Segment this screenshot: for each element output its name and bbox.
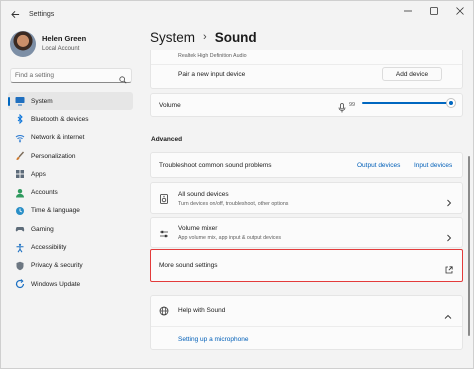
sidebar-item-label: System <box>31 97 53 105</box>
volume-card: Volume 99 <box>150 93 463 117</box>
all-devices-subtitle: Turn devices on/off, troubleshoot, other… <box>178 201 289 207</box>
breadcrumb: System › Sound <box>150 27 257 47</box>
back-button[interactable] <box>5 4 25 24</box>
microphone-icon[interactable] <box>338 100 346 118</box>
sidebar-item-privacy[interactable]: Privacy & security <box>8 257 133 275</box>
sidebar-item-network[interactable]: Network & internet <box>8 129 133 147</box>
troubleshoot-label: Troubleshoot common sound problems <box>159 162 272 169</box>
more-sound-settings-label: More sound settings <box>159 262 218 269</box>
page-title: Sound <box>214 29 257 45</box>
search-icon <box>119 71 127 89</box>
sidebar-nav: System Bluetooth & devices Network & int… <box>8 92 133 293</box>
shield-icon <box>15 261 25 271</box>
output-devices-link[interactable]: Output devices <box>357 162 400 169</box>
volume-slider-track[interactable] <box>362 102 451 104</box>
globe-icon <box>159 306 169 316</box>
maximize-button[interactable] <box>421 1 447 21</box>
sidebar-item-apps[interactable]: Apps <box>8 165 133 183</box>
scrollbar[interactable] <box>468 156 470 336</box>
volume-value: 99 <box>349 102 356 108</box>
sidebar-item-label: Accessibility <box>31 244 67 252</box>
monitor-icon <box>15 96 25 106</box>
back-arrow-icon <box>10 10 19 18</box>
troubleshoot-card: Troubleshoot common sound problems Outpu… <box>150 152 463 178</box>
search-input[interactable] <box>15 72 115 79</box>
person-icon <box>15 188 25 198</box>
sidebar-item-windows-update[interactable]: Windows Update <box>8 275 133 293</box>
all-devices-title: All sound devices <box>178 191 229 198</box>
speaker-devices-icon <box>159 194 169 204</box>
chevron-right-icon <box>446 229 452 247</box>
title-bar: Settings <box>1 1 473 27</box>
volume-mixer-title: Volume mixer <box>178 225 218 232</box>
profile-name: Helen Green <box>42 34 87 43</box>
globe-clock-icon <box>15 206 25 216</box>
chevron-right-icon: › <box>203 31 207 43</box>
settings-window: Settings Helen Green Local Account Find … <box>0 0 474 369</box>
input-devices-card: Realtek High Definition Audio Pair a new… <box>150 50 463 89</box>
wifi-icon <box>15 133 25 143</box>
more-sound-settings-row[interactable]: More sound settings <box>150 249 463 282</box>
sidebar-item-time-language[interactable]: Time & language <box>8 202 133 220</box>
sidebar-item-label: Privacy & security <box>31 262 83 270</box>
help-title: Help with Sound <box>178 307 226 314</box>
bluetooth-icon <box>15 114 25 125</box>
chevron-up-icon[interactable] <box>444 307 452 325</box>
sidebar-item-system[interactable]: System <box>8 92 133 111</box>
sidebar-item-label: Network & internet <box>31 134 85 142</box>
sidebar: Helen Green Local Account System Bluet <box>1 27 141 369</box>
add-device-button[interactable]: Add device <box>382 67 442 81</box>
close-icon <box>456 7 464 15</box>
app-title: Settings <box>29 10 55 18</box>
volume-mixer-subtitle: App volume mix, app input & output devic… <box>178 235 282 241</box>
accessibility-icon <box>15 243 25 253</box>
close-button[interactable] <box>447 1 473 21</box>
profile-account-type: Local Account <box>42 46 80 52</box>
minimize-icon <box>404 10 412 12</box>
help-card: Help with Sound Setting up a microphone <box>150 295 463 350</box>
all-sound-devices-card[interactable]: All sound devices Turn devices on/off, t… <box>150 182 463 214</box>
sidebar-item-label: Time & language <box>31 207 80 215</box>
breadcrumb-parent[interactable]: System <box>150 30 195 45</box>
sidebar-item-label: Windows Update <box>31 280 81 288</box>
volume-label: Volume <box>159 102 181 109</box>
search-box[interactable] <box>10 68 132 84</box>
gamepad-icon <box>15 224 25 234</box>
sidebar-item-label: Gaming <box>31 225 54 233</box>
sidebar-item-accounts[interactable]: Accounts <box>8 183 133 201</box>
volume-mixer-card[interactable]: Volume mixer App volume mix, app input &… <box>150 217 463 248</box>
user-profile[interactable]: Helen Green Local Account <box>10 31 86 57</box>
setting-up-microphone-link[interactable]: Setting up a microphone <box>178 336 248 343</box>
update-icon <box>15 279 25 289</box>
sidebar-item-accessibility[interactable]: Accessibility <box>8 238 133 256</box>
minimize-button[interactable] <box>395 1 421 21</box>
sidebar-item-label: Personalization <box>31 152 76 160</box>
sidebar-item-gaming[interactable]: Gaming <box>8 220 133 238</box>
sidebar-item-personalization[interactable]: Personalization <box>8 147 133 165</box>
maximize-icon <box>430 7 438 15</box>
input-devices-link[interactable]: Input devices <box>414 162 452 169</box>
device-name: Realtek High Definition Audio <box>178 53 247 59</box>
brush-icon <box>15 151 25 161</box>
sidebar-item-bluetooth[interactable]: Bluetooth & devices <box>8 110 133 128</box>
main-content: System › Sound Realtek High Definition A… <box>150 27 463 369</box>
pair-device-label: Pair a new input device <box>178 71 246 78</box>
volume-slider-thumb[interactable] <box>447 99 455 107</box>
window-controls <box>395 1 473 21</box>
avatar <box>10 31 36 57</box>
sidebar-item-label: Apps <box>31 170 46 178</box>
chevron-right-icon <box>446 194 452 212</box>
sidebar-item-label: Accounts <box>31 189 58 197</box>
external-link-icon <box>445 261 453 279</box>
mixer-sliders-icon <box>159 229 169 239</box>
sidebar-item-label: Bluetooth & devices <box>31 115 89 123</box>
advanced-heading: Advanced <box>151 136 183 143</box>
apps-icon <box>15 169 25 179</box>
